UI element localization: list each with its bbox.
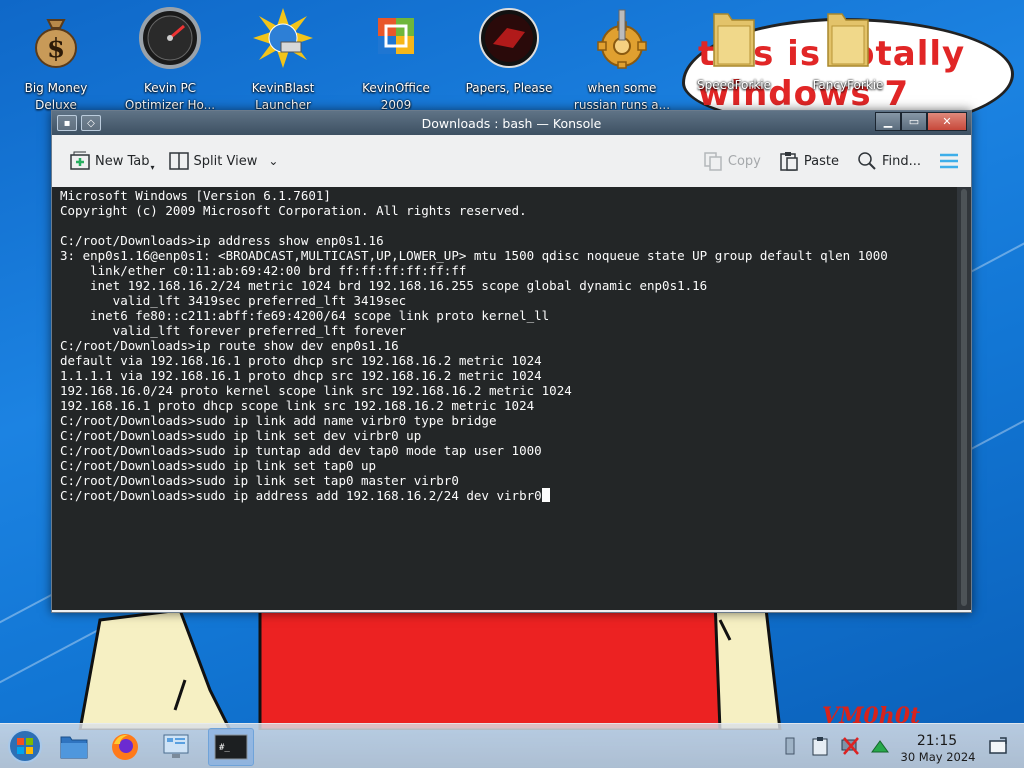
terminal-line: 192.168.16.1 proto dhcp scope link src 1…	[60, 398, 535, 413]
split-view-button[interactable]: Split View ⌄	[168, 151, 279, 171]
desktop-icon-kevinoffice[interactable]: KevinOffice 2009	[342, 6, 450, 114]
scrollbar-handle[interactable]	[961, 189, 967, 606]
chevron-down-icon: ⌄	[268, 154, 279, 168]
hamburger-menu-button[interactable]	[939, 151, 959, 171]
money-bag-icon: $	[35, 19, 77, 68]
window-titlebar[interactable]: ▪ ◇ Downloads : bash — Konsole ▁ ▭ ✕	[52, 111, 971, 135]
taskbar-konsole[interactable]: #_	[208, 728, 254, 766]
terminal-line: C:/root/Downloads>ip address show enp0s1…	[60, 233, 384, 248]
pin-icon[interactable]: ◇	[81, 115, 101, 131]
sun-globe-icon	[253, 8, 313, 68]
desktop-icon-label: KevinBlast	[251, 81, 315, 95]
clock-time[interactable]: 21:15	[902, 733, 972, 749]
gauge-icon	[139, 7, 201, 69]
svg-text:#_: #_	[219, 743, 230, 753]
split-view-label: Split View	[193, 153, 258, 169]
desktop-icon-label: when some	[587, 81, 657, 95]
terminal-line: valid_lft forever preferred_lft forever	[60, 323, 407, 338]
paste-button[interactable]: Paste	[779, 151, 839, 171]
desktop-icon-label: Kevin PC	[143, 81, 197, 95]
taskbar-file-manager[interactable]	[55, 728, 93, 766]
show-desktop-icon[interactable]	[988, 736, 1008, 756]
terminal-line: C:/root/Downloads>sudo ip tuntap add dev…	[60, 443, 542, 458]
paste-icon	[779, 151, 799, 171]
desktop-icon-label: Papers, Please	[465, 81, 553, 95]
terminal-line: Copyright (c) 2009 Microsoft Corporation…	[60, 203, 527, 218]
wallpaper-drawing	[78, 600, 782, 730]
terminal-line: 3: enp0s1.16@enp0s1: <BROADCAST,MULTICAS…	[60, 248, 888, 263]
terminal-line: C:/root/Downloads>sudo ip link add name …	[60, 413, 497, 428]
taskbar-firefox[interactable]	[106, 728, 144, 766]
desktop-folder-speedforkie[interactable]: SpeedForkie	[696, 4, 772, 92]
konsole-icon: #_	[214, 734, 248, 760]
taskbar: #_	[0, 723, 1024, 768]
papers-please-icon	[479, 8, 539, 68]
find-label: Find...	[881, 153, 921, 169]
new-tab-label: New Tab	[95, 153, 150, 169]
window-title: Downloads : bash — Konsole	[421, 115, 602, 131]
taskbar-control-panel[interactable]	[157, 728, 195, 766]
find-button[interactable]: Find...	[857, 151, 921, 171]
terminal-output[interactable]: Microsoft Windows [Version 6.1.7601] Cop…	[52, 187, 957, 610]
terminal-line: C:/root/Downloads>ip route show dev enp0…	[60, 338, 399, 353]
desktop-folder-label: FancyForkie	[812, 78, 884, 92]
desktop-icon-label: KevinOffice	[362, 81, 430, 95]
desktop-icon-big-money[interactable]: $ Big Money Deluxe	[2, 6, 110, 114]
konsole-toolbar: New Tab ▾ Split View ⌄ Copy Paste Find..…	[52, 135, 971, 187]
folder-icon	[60, 736, 88, 759]
split-view-icon	[168, 151, 189, 171]
terminal-line: link/ether c0:11:ab:69:42:00 brd ff:ff:f…	[60, 263, 467, 278]
tray-clipboard-icon[interactable]	[810, 736, 830, 756]
tray-usb-icon[interactable]	[780, 736, 800, 756]
terminal-line: Microsoft Windows [Version 6.1.7601]	[60, 188, 331, 203]
control-panel-icon	[163, 734, 189, 758]
terminal-line: valid_lft 3419sec preferred_lft 3419sec	[60, 293, 407, 308]
copy-label: Copy	[727, 153, 761, 169]
minimize-button[interactable]: ▁	[875, 112, 901, 131]
folder-icon	[713, 13, 755, 67]
terminal-prompt-text: C:/root/Downloads>sudo ip address add 19…	[60, 488, 542, 503]
terminal-line: inet 192.168.16.2/24 metric 1024 brd 192…	[60, 278, 708, 293]
search-icon	[857, 151, 877, 171]
office-logo-icon	[378, 18, 414, 54]
tray-update-arrow-icon[interactable]	[870, 736, 890, 756]
desktop-folder-fancyforkie[interactable]: FancyForkie	[810, 4, 886, 92]
copy-icon	[703, 151, 723, 171]
firefox-icon	[112, 734, 138, 760]
terminal-line: 192.168.16.0/24 proto kernel scope link …	[60, 383, 572, 398]
gear-icon	[597, 9, 647, 69]
new-tab-button[interactable]: New Tab ▾	[70, 151, 155, 172]
terminal-line: default via 192.168.16.1 proto dhcp src …	[60, 353, 542, 368]
clock-date[interactable]: 30 May 2024	[893, 750, 983, 764]
desktop-icon-label: Big Money	[24, 81, 88, 95]
desktop-icon-kevinblast-launcher[interactable]: KevinBlast Launcher	[229, 6, 337, 114]
desktop-icon-kevin-pc-optimizer[interactable]: Kevin PC Optimizer Ho...	[116, 6, 224, 114]
close-button[interactable]: ✕	[927, 112, 967, 131]
terminal-line: C:/root/Downloads>sudo ip link set tap0 …	[60, 473, 459, 488]
terminal-prompt-line: C:/root/Downloads>sudo ip address add 19…	[60, 488, 949, 503]
wallpaper-streak	[965, 226, 1024, 276]
terminal-line: inet6 fe80::c211:abff:fe69:4200/64 scope…	[60, 308, 550, 323]
folder-icon	[827, 13, 869, 67]
copy-button[interactable]: Copy	[703, 151, 761, 171]
maximize-button[interactable]: ▭	[901, 112, 927, 131]
tray-network-disconnected-icon[interactable]	[840, 736, 860, 756]
desktop-folder-label: SpeedForkie	[696, 78, 772, 92]
terminal-cursor	[541, 488, 550, 502]
hamburger-menu-icon	[939, 151, 959, 171]
window-menu-icon[interactable]: ▪	[57, 115, 77, 131]
start-orb[interactable]	[7, 728, 43, 764]
desktop-icon-russian-runs[interactable]: when some russian runs a...	[568, 6, 676, 114]
terminal-line: C:/root/Downloads>sudo ip link set tap0 …	[60, 458, 377, 473]
chevron-down-icon: ▾	[150, 162, 155, 172]
desktop-icon-papers-please[interactable]: Papers, Please	[455, 6, 563, 97]
new-tab-icon	[70, 151, 90, 171]
konsole-window: ▪ ◇ Downloads : bash — Konsole ▁ ▭ ✕ New…	[51, 110, 972, 613]
terminal-line: 1.1.1.1 via 192.168.16.1 proto dhcp src …	[60, 368, 542, 383]
terminal-scrollbar[interactable]	[957, 187, 971, 610]
svg-text:$: $	[47, 34, 65, 64]
paste-label: Paste	[803, 153, 839, 169]
terminal-line: C:/root/Downloads>sudo ip link set dev v…	[60, 428, 422, 443]
